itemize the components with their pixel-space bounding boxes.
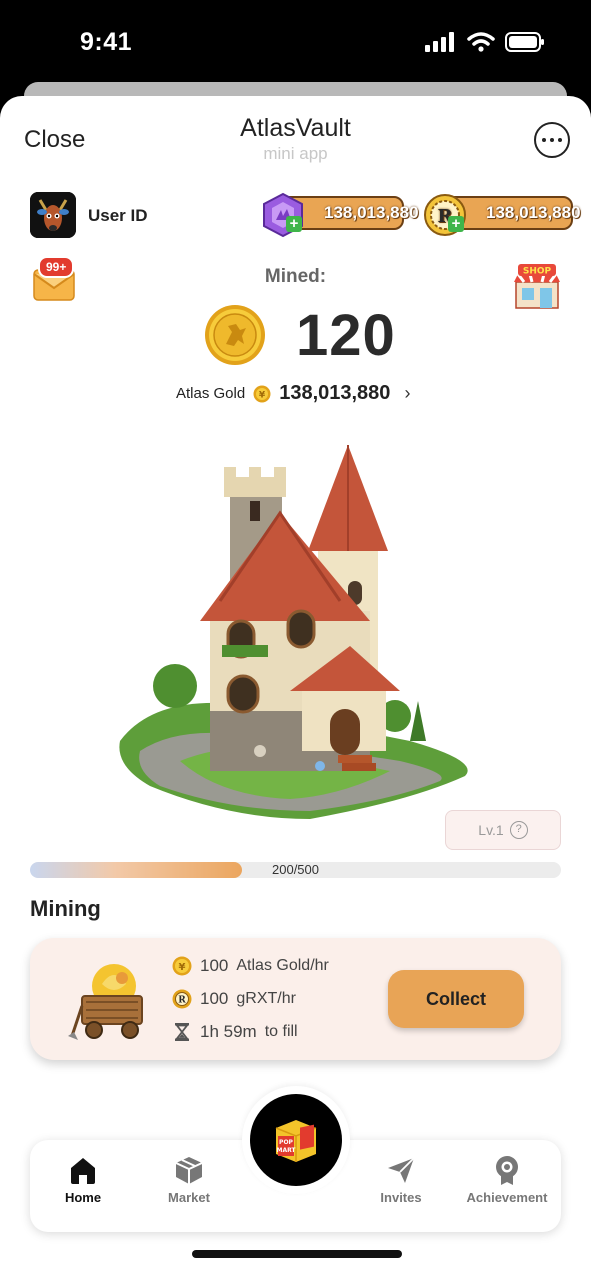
add-gem-icon[interactable]: + [286,216,302,232]
more-options-button[interactable] [534,122,570,158]
home-indicator [192,1250,402,1258]
gold-coin-icon [205,305,265,365]
gem-balance-value: 138,013,880 [324,203,419,222]
level-progress-bar: 200/500 [30,862,561,878]
wifi-icon [467,32,495,52]
small-gold-coin-icon: ¥ [253,385,271,402]
dot-icon [558,138,562,142]
atlas-gold-row[interactable]: Atlas Gold ¥ 138,013,880 › [176,382,410,405]
svg-text:¥: ¥ [259,390,266,400]
rxt-coin-icon: R [172,989,192,1009]
level-button[interactable]: Lv.1 ? [445,810,561,850]
mining-cart-icon [68,964,143,1040]
fill-time-row: 1h 59m to fill [172,1022,298,1042]
battery-icon [505,32,544,52]
svg-text:MART: MART [276,1147,296,1154]
app-subtitle: mini app [263,144,328,163]
add-coin-icon[interactable]: + [448,216,464,232]
svg-text:¥: ¥ [179,962,186,973]
level-label: Lv.1 [478,822,504,838]
dot-icon [550,138,554,142]
svg-text:R: R [178,996,186,1006]
chevron-right-icon: › [404,383,411,403]
send-icon [388,1157,415,1183]
deer-avatar-icon [30,192,76,238]
mining-title: Mining [30,896,101,921]
gold-coin-icon: ¥ [172,956,192,976]
mining-card: ¥ 100 Atlas Gold/hr R 100 gRXT/hr 1h 59m… [30,938,561,1060]
mined-label: Mined: [264,266,327,287]
status-time: 9:41 [80,28,133,56]
castle-illustration[interactable] [110,441,480,821]
nav-achievement-label: Achievement [466,1190,548,1205]
nav-item-achievement[interactable]: Achievement [457,1154,557,1205]
collect-button[interactable]: Collect [388,970,524,1028]
rxt-rate-row: R 100 gRXT/hr [172,989,296,1009]
rxt-rate-amount: 100 [200,989,229,1008]
gold-rate-unit: Atlas Gold/hr [236,957,329,974]
gem-balance-pill[interactable]: 138,013,880 + [263,192,419,238]
nav-item-home[interactable]: Home [33,1154,133,1205]
hourglass-icon [175,1023,189,1041]
atlas-gold-value: 138,013,880 [279,382,391,404]
pop-mart-box-icon: POP MART [275,1120,317,1162]
nav-item-market[interactable]: Market [139,1154,239,1205]
gold-rate-row: ¥ 100 Atlas Gold/hr [172,956,329,976]
gold-rate-amount: 100 [200,956,229,975]
mini-app-sheet: Close AtlasVault mini app User ID 138,01… [0,96,591,1278]
app-title: AtlasVault [240,114,351,142]
nav-market-label: Market [168,1190,210,1205]
status-icons [425,32,545,52]
center-action-button[interactable]: POP MART [250,1094,342,1186]
status-bar: 9:41 [0,0,591,90]
fill-time-unit: to fill [264,1023,298,1040]
home-icon [71,1158,95,1184]
coin-balance-value: 138,013,880 [486,203,581,222]
nav-home-label: Home [64,1190,102,1205]
mined-value: 120 [296,303,396,368]
fill-time-amount: 1h 59m [200,1022,257,1041]
box-icon [175,1157,203,1184]
help-icon[interactable]: ? [509,821,528,839]
coin-balance-pill[interactable]: R 138,013,880 + [424,194,581,236]
nav-item-invites[interactable]: Invites [351,1154,451,1205]
signal-icon [425,32,454,52]
nav-invites-label: Invites [380,1190,422,1205]
dot-icon [542,138,546,142]
medal-icon [496,1156,518,1185]
progress-text: 200/500 [272,862,319,877]
user-id-label[interactable]: User ID [88,206,148,226]
svg-text:POP: POP [279,1139,293,1146]
rxt-rate-unit: gRXT/hr [236,990,296,1007]
atlas-gold-label: Atlas Gold [176,385,246,402]
avatar[interactable] [30,192,76,238]
